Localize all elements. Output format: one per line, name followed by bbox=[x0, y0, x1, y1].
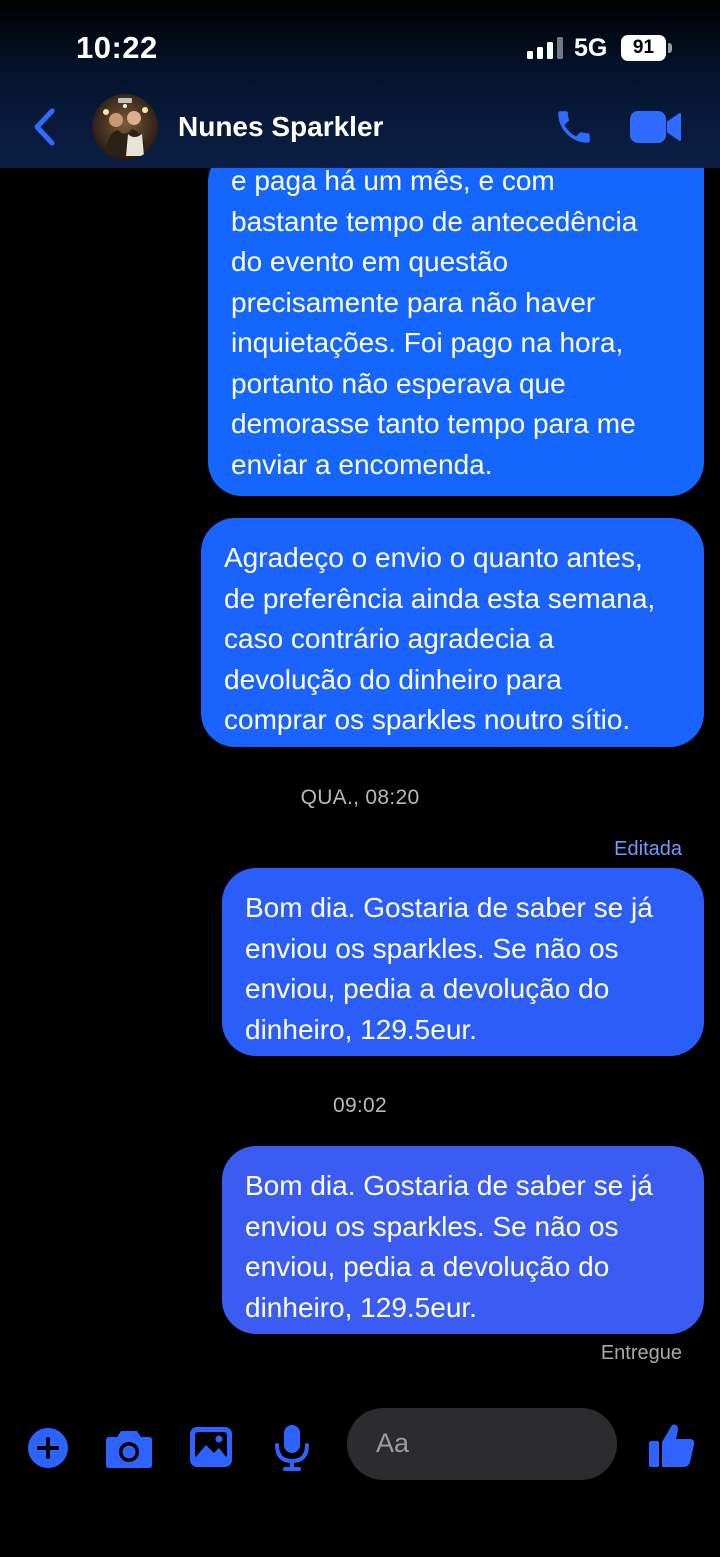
thumbs-up-icon[interactable] bbox=[648, 1422, 696, 1468]
battery-percent: 91 bbox=[632, 37, 655, 58]
status-bar: 10:22 5G 91 bbox=[0, 0, 720, 90]
delivered-status: Entregue bbox=[600, 1342, 682, 1364]
contact-name[interactable]: Nunes Sparkler bbox=[178, 111, 383, 143]
video-call-icon[interactable] bbox=[630, 110, 682, 144]
nav-bar: Nunes Sparkler bbox=[0, 90, 720, 168]
back-chevron-icon[interactable] bbox=[30, 107, 60, 147]
network-type-label: 5G bbox=[574, 34, 608, 62]
message-bubble-3[interactable]: Bom dia. Gostaria de saber se já enviou … bbox=[222, 868, 704, 1056]
contact-avatar[interactable] bbox=[92, 94, 158, 160]
edited-label[interactable]: Editada bbox=[614, 838, 682, 861]
composer-bar: Aa bbox=[0, 1400, 720, 1557]
battery-icon: 91 bbox=[621, 35, 672, 61]
cellular-signal-icon bbox=[527, 37, 563, 59]
timestamp-divider-1: QUA., 08:20 bbox=[300, 786, 420, 809]
message-list[interactable]: e paga há um mês, e com bastante tempo d… bbox=[0, 0, 720, 1400]
chat-header: 10:22 5G 91 Nunes Sparkler bbox=[0, 0, 720, 168]
timestamp-divider-2: 09:02 bbox=[332, 1094, 388, 1117]
plus-circle-icon[interactable] bbox=[27, 1427, 69, 1469]
camera-icon[interactable] bbox=[105, 1427, 153, 1469]
message-bubble-2[interactable]: Agradeço o envio o quanto antes, de pref… bbox=[201, 518, 704, 747]
message-input[interactable]: Aa bbox=[347, 1408, 617, 1480]
message-bubble-1[interactable]: e paga há um mês, e com bastante tempo d… bbox=[208, 148, 704, 496]
status-time: 10:22 bbox=[76, 30, 158, 65]
gallery-image-icon[interactable] bbox=[189, 1426, 233, 1468]
messenger-chat-screen: e paga há um mês, e com bastante tempo d… bbox=[0, 0, 720, 1557]
phone-call-icon[interactable] bbox=[553, 106, 595, 148]
microphone-icon[interactable] bbox=[273, 1424, 311, 1472]
message-bubble-4[interactable]: Bom dia. Gostaria de saber se já enviou … bbox=[222, 1146, 704, 1334]
message-input-placeholder: Aa bbox=[376, 1428, 410, 1458]
